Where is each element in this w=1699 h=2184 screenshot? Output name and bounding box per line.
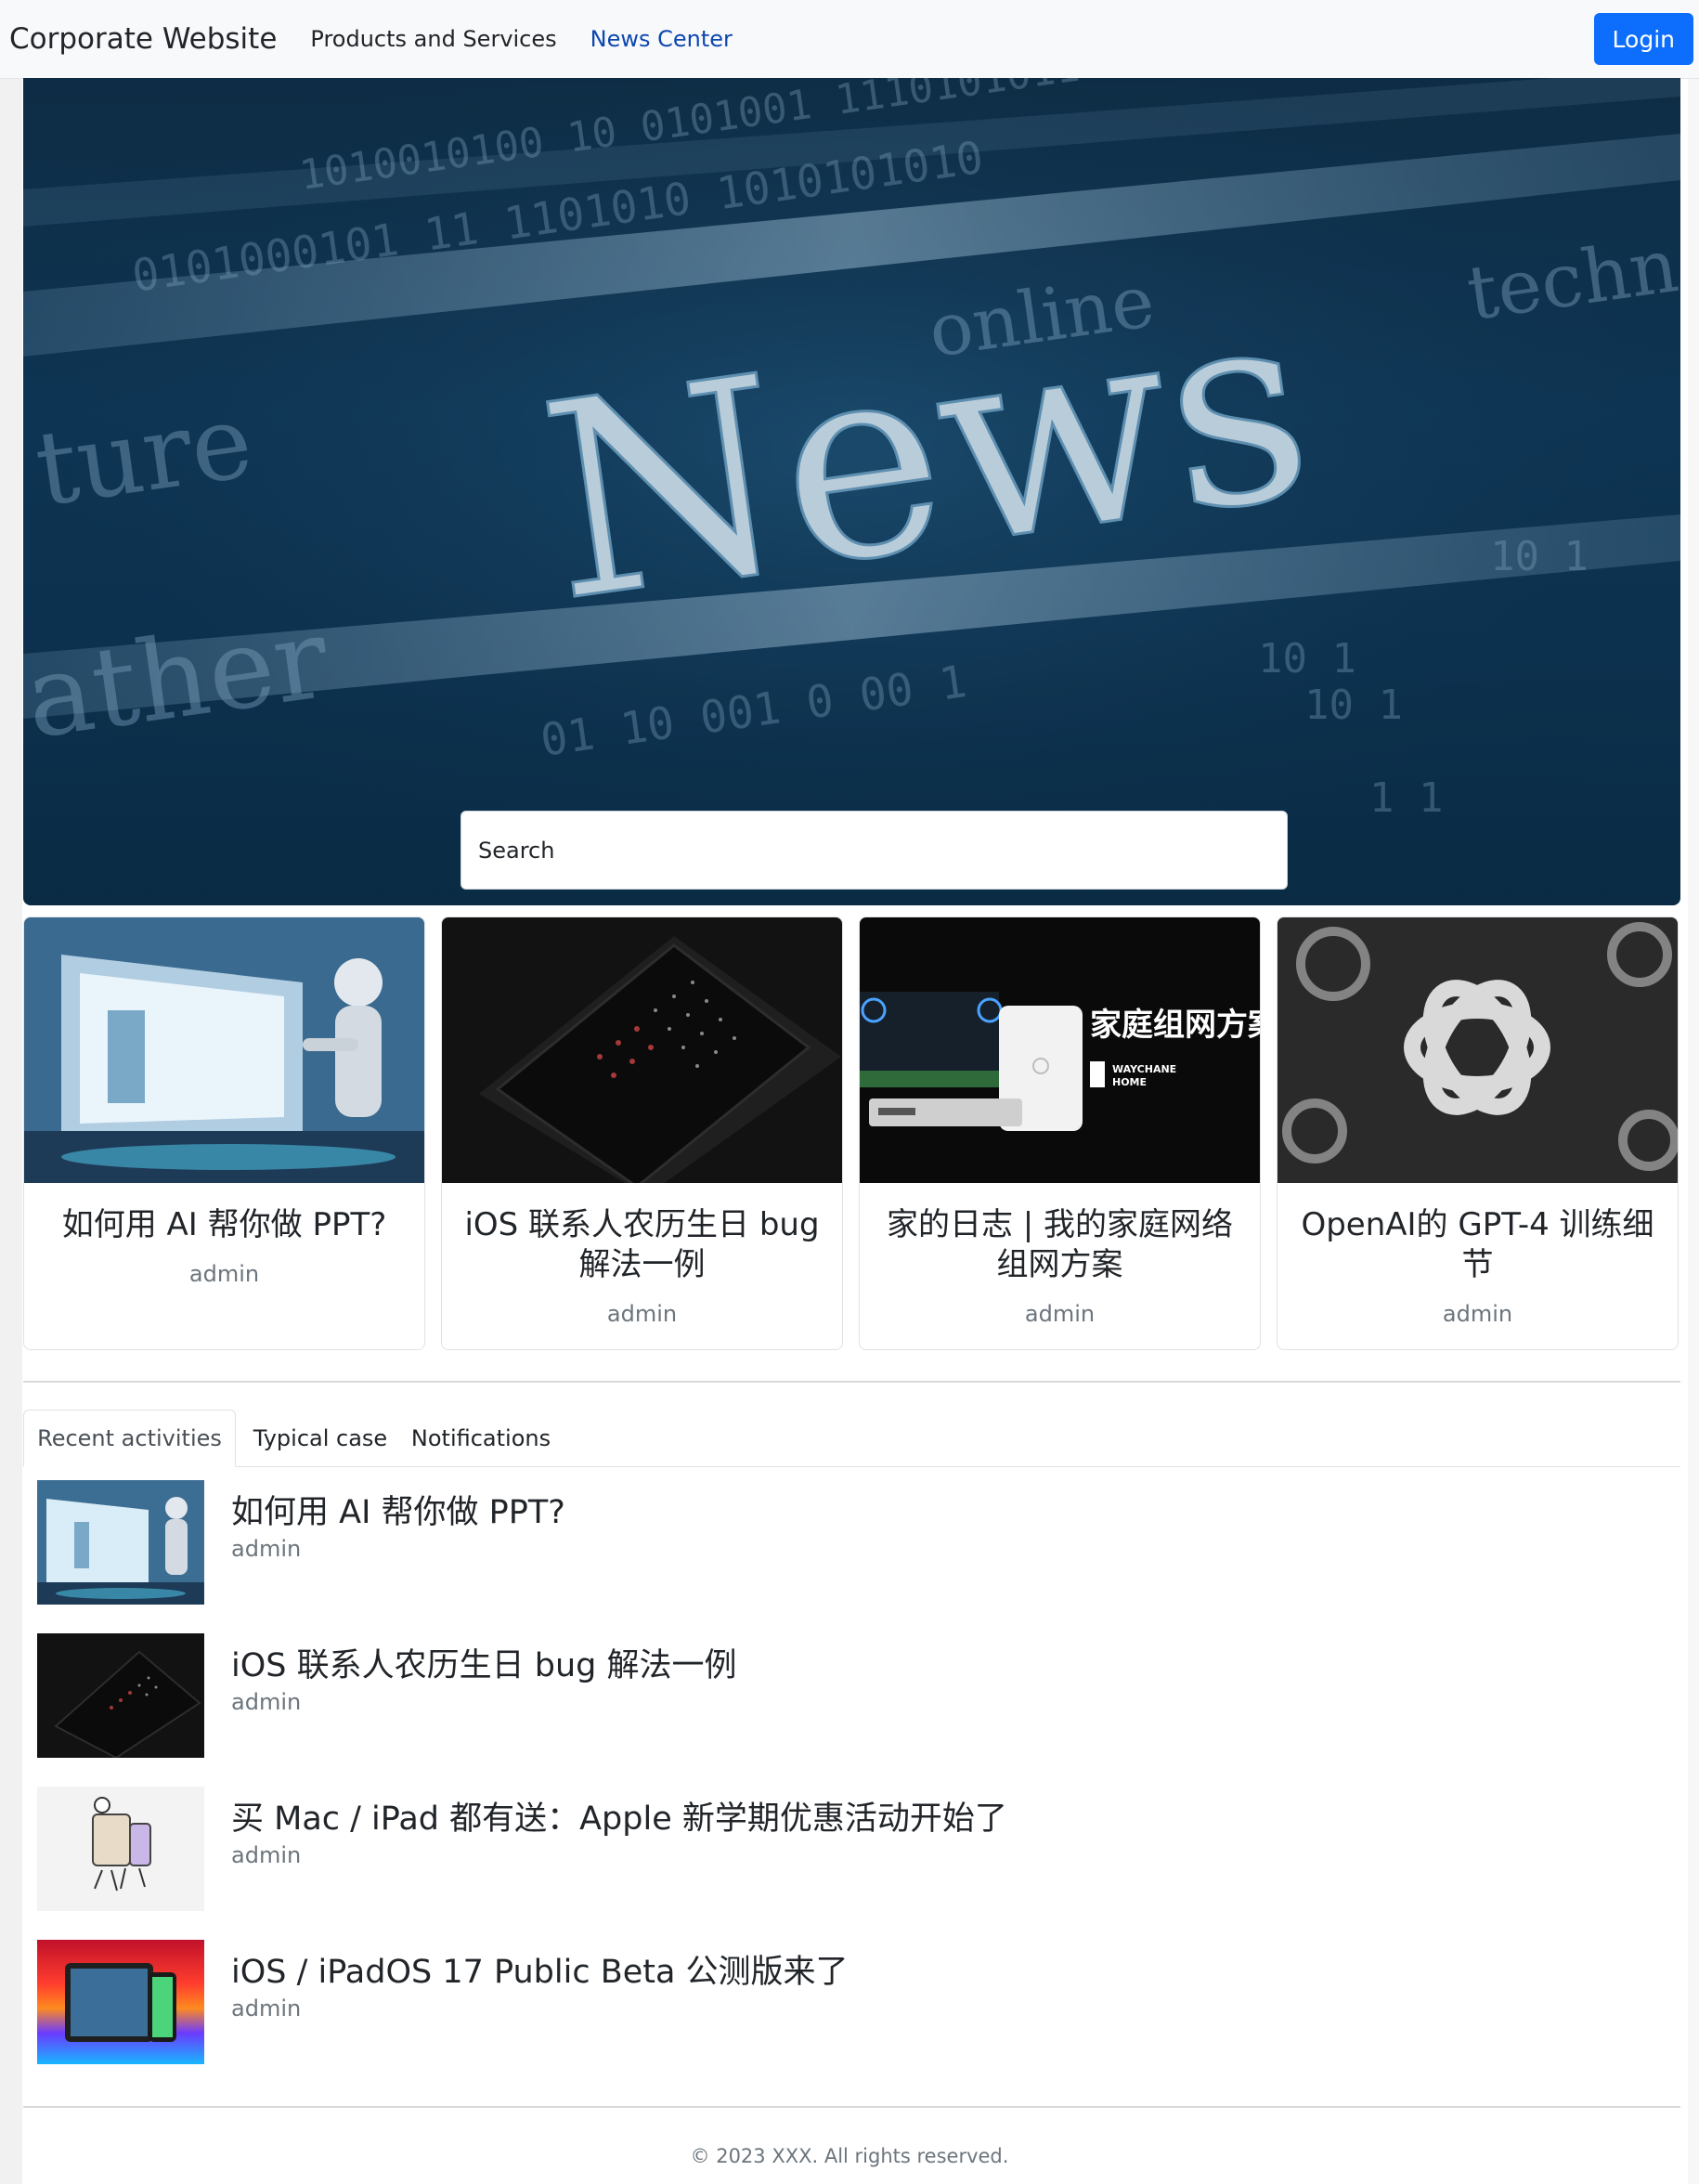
footer-divider — [23, 2106, 1680, 2108]
card-title[interactable]: OpenAI的 GPT-4 训练细节 — [1290, 1205, 1665, 1285]
article-title[interactable]: 买 Mac / iPad 都有送：Apple 新学期优惠活动开始了 — [231, 1792, 1007, 1840]
list-item[interactable]: 如何用 AI 帮你做 PPT? admin — [37, 1480, 1671, 1605]
article-title[interactable]: iOS 联系人农历生日 bug 解法一例 — [231, 1639, 736, 1686]
article-author: admin — [231, 1689, 302, 1715]
svg-text:HOME: HOME — [1112, 1076, 1147, 1088]
card-image-openai[interactable] — [1277, 917, 1678, 1183]
card-image-phone[interactable] — [442, 917, 842, 1183]
card-title[interactable]: 如何用 AI 帮你做 PPT? — [37, 1205, 411, 1245]
article-author: admin — [231, 1842, 302, 1868]
page-gutter-right — [1688, 0, 1699, 2184]
nav-news-center[interactable]: News Center — [590, 26, 733, 52]
list-item[interactable]: iOS 联系人农历生日 bug 解法一例 admin — [37, 1633, 1671, 1758]
login-button[interactable]: Login — [1593, 13, 1693, 65]
article-thumbnail[interactable] — [37, 1940, 204, 2064]
search-input[interactable] — [460, 811, 1288, 890]
news-banner-image: 1010010100 10 0101001 1110101011 0101000… — [23, 78, 1680, 905]
card-title[interactable]: iOS 联系人农历生日 bug 解法一例 — [455, 1205, 829, 1285]
article-thumbnail[interactable] — [37, 1480, 204, 1605]
list-item[interactable]: 买 Mac / iPad 都有送：Apple 新学期优惠活动开始了 admin — [37, 1787, 1671, 1911]
brand-link[interactable]: Corporate Website — [9, 22, 277, 56]
page-gutter-left — [0, 0, 22, 2184]
hero-banner: 1010010100 10 0101001 1110101011 0101000… — [23, 78, 1680, 905]
card-author: admin — [188, 1261, 260, 1287]
footer-copyright: © 2023 XXX. All rights reserved. — [690, 2145, 1009, 2167]
tab-typical-case[interactable]: Typical case — [251, 1410, 390, 1466]
svg-text:WAYCHANE: WAYCHANE — [1112, 1063, 1176, 1075]
news-card[interactable]: 家庭组网方案 WAYCHANE HOME 家的日志 | 我的家庭网络组网方案 a… — [859, 916, 1261, 1350]
news-card[interactable]: iOS 联系人农历生日 bug 解法一例 admin — [441, 916, 843, 1350]
card-author: admin — [606, 1301, 678, 1327]
nav-products-services[interactable]: Products and Services — [310, 26, 556, 52]
article-title[interactable]: iOS / iPadOS 17 Public Beta 公测版来了 — [231, 1945, 849, 1993]
section-divider — [23, 1381, 1680, 1383]
list-item[interactable]: iOS / iPadOS 17 Public Beta 公测版来了 admin — [37, 1940, 1671, 2064]
article-author: admin — [231, 1996, 302, 2022]
tab-recent-activities[interactable]: Recent activities — [23, 1410, 236, 1467]
article-tabs: Recent activities Typical case Notificat… — [23, 1410, 1680, 1467]
news-card[interactable]: OpenAI的 GPT-4 训练细节 admin — [1277, 916, 1679, 1350]
article-title[interactable]: 如何用 AI 帮你做 PPT? — [231, 1486, 565, 1533]
article-thumbnail[interactable] — [37, 1633, 204, 1758]
svg-text:家庭组网方案: 家庭组网方案 — [1090, 1007, 1261, 1044]
article-thumbnail[interactable] — [37, 1787, 204, 1911]
featured-cards: 如何用 AI 帮你做 PPT? admin iOS 联系人农历生日 bug 解法… — [23, 916, 1680, 1351]
card-author: admin — [1024, 1301, 1096, 1327]
card-title[interactable]: 家的日志 | 我的家庭网络组网方案 — [873, 1205, 1247, 1285]
news-card[interactable]: 如何用 AI 帮你做 PPT? admin — [23, 916, 425, 1350]
card-image-network[interactable]: 家庭组网方案 WAYCHANE HOME — [860, 917, 1261, 1183]
card-image-robot[interactable] — [24, 917, 424, 1183]
article-author: admin — [231, 1536, 302, 1562]
tab-notifications[interactable]: Notifications — [407, 1410, 555, 1466]
card-author: admin — [1442, 1301, 1513, 1327]
top-navbar: Corporate Website Products and Services … — [0, 0, 1699, 79]
